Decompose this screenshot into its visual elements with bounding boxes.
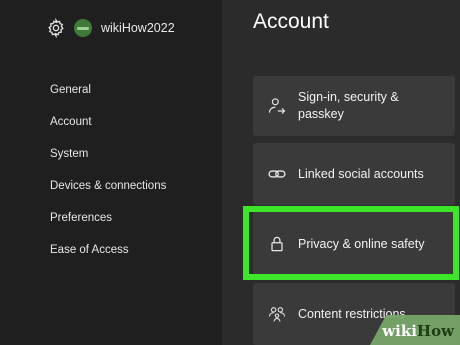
sidebar-item-ease-of-access[interactable]: Ease of Access xyxy=(50,238,166,270)
sidebar-item-general[interactable]: General xyxy=(50,78,166,110)
signin-label-line1: Sign-in, security & xyxy=(298,90,399,104)
linked-accounts-label: Linked social accounts xyxy=(298,166,424,181)
sidebar-item-account[interactable]: Account xyxy=(50,110,166,142)
person-arrow-icon xyxy=(268,98,286,114)
signin-label-line2: passkey xyxy=(298,107,344,121)
sidebar-item-system[interactable]: System xyxy=(50,142,166,174)
privacy-safety-label: Privacy & online safety xyxy=(298,236,425,251)
avatar[interactable] xyxy=(74,19,92,37)
watermark-part1: wiki xyxy=(382,322,417,340)
privacy-safety-button[interactable]: Privacy & online safety xyxy=(253,212,455,276)
link-icon xyxy=(268,170,286,178)
sidebar-item-devices[interactable]: Devices & connections xyxy=(50,174,166,206)
signin-security-button[interactable]: Sign-in, security & passkey xyxy=(253,76,455,136)
username: wikiHow2022 xyxy=(101,21,175,35)
gear-icon[interactable] xyxy=(46,18,66,38)
settings-nav: General Account System Devices & connect… xyxy=(50,78,166,270)
lock-icon xyxy=(271,236,283,252)
page-title: Account xyxy=(253,10,329,33)
signin-security-label: Sign-in, security & passkey xyxy=(298,89,399,123)
watermark-part2: How xyxy=(416,322,454,340)
linked-accounts-button[interactable]: Linked social accounts xyxy=(253,143,455,205)
watermark: wikiHow xyxy=(382,322,454,340)
family-icon xyxy=(268,307,286,322)
profile-header: wikiHow2022 xyxy=(46,16,175,40)
sidebar-item-preferences[interactable]: Preferences xyxy=(50,206,166,238)
